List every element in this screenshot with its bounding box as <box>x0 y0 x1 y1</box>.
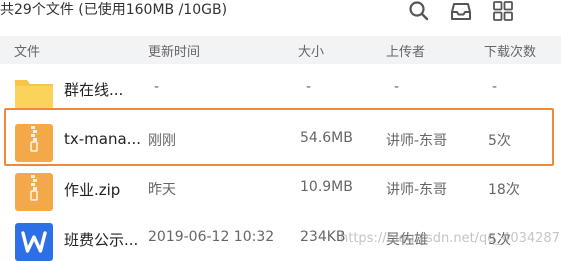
column-header-name[interactable]: 文件 <box>14 41 40 60</box>
file-row[interactable]: 作业.zip 昨天 10.9MB 讲师-东哥 18次 <box>0 166 561 214</box>
word-doc-icon <box>14 222 54 261</box>
file-downloads: - <box>492 79 498 95</box>
file-size: 54.6MB <box>300 130 353 146</box>
zip-icon <box>14 123 54 163</box>
watermark: https://blog.csdn.net/qq_40342872 <box>340 231 561 246</box>
file-size: - <box>306 79 312 95</box>
grid-icon[interactable] <box>492 0 514 22</box>
file-row[interactable]: 群在线... - - - - <box>0 66 561 114</box>
storage-summary: 共29个文件 (已使用160MB /10GB) <box>0 2 228 18</box>
column-header-downloads[interactable]: 下载次数 <box>484 41 536 60</box>
file-uploader: 讲师-东哥 <box>386 182 448 198</box>
column-header-updated[interactable]: 更新时间 <box>148 41 200 60</box>
file-name[interactable]: 班费公示... <box>64 229 138 250</box>
folder-icon <box>14 72 54 112</box>
file-size: 234KB <box>300 229 346 245</box>
file-downloads: 18次 <box>488 182 520 198</box>
zip-icon <box>14 172 54 212</box>
file-size: 10.9MB <box>300 179 353 195</box>
file-row[interactable]: tx-mana... 刚刚 54.6MB 讲师-东哥 5次 <box>0 117 561 165</box>
file-table-header: 文件 更新时间 大小 上传者 下载次数 <box>0 36 561 64</box>
column-header-size[interactable]: 大小 <box>298 41 324 60</box>
file-downloads: 5次 <box>488 133 511 149</box>
inbox-icon[interactable] <box>450 0 472 22</box>
file-uploader: 讲师-东哥 <box>386 133 448 149</box>
file-updated: 2019-06-12 10:32 <box>148 229 275 245</box>
file-name[interactable]: 群在线... <box>64 79 123 100</box>
file-uploader: - <box>394 79 400 95</box>
file-name[interactable]: 作业.zip <box>64 179 120 200</box>
file-updated: - <box>154 79 160 95</box>
file-updated: 刚刚 <box>148 133 176 149</box>
file-updated: 昨天 <box>148 182 176 198</box>
file-name[interactable]: tx-mana... <box>64 130 141 148</box>
search-icon[interactable] <box>408 0 430 22</box>
top-bar: 共29个文件 (已使用160MB /10GB) <box>0 0 561 22</box>
column-header-uploader[interactable]: 上传者 <box>386 41 425 60</box>
